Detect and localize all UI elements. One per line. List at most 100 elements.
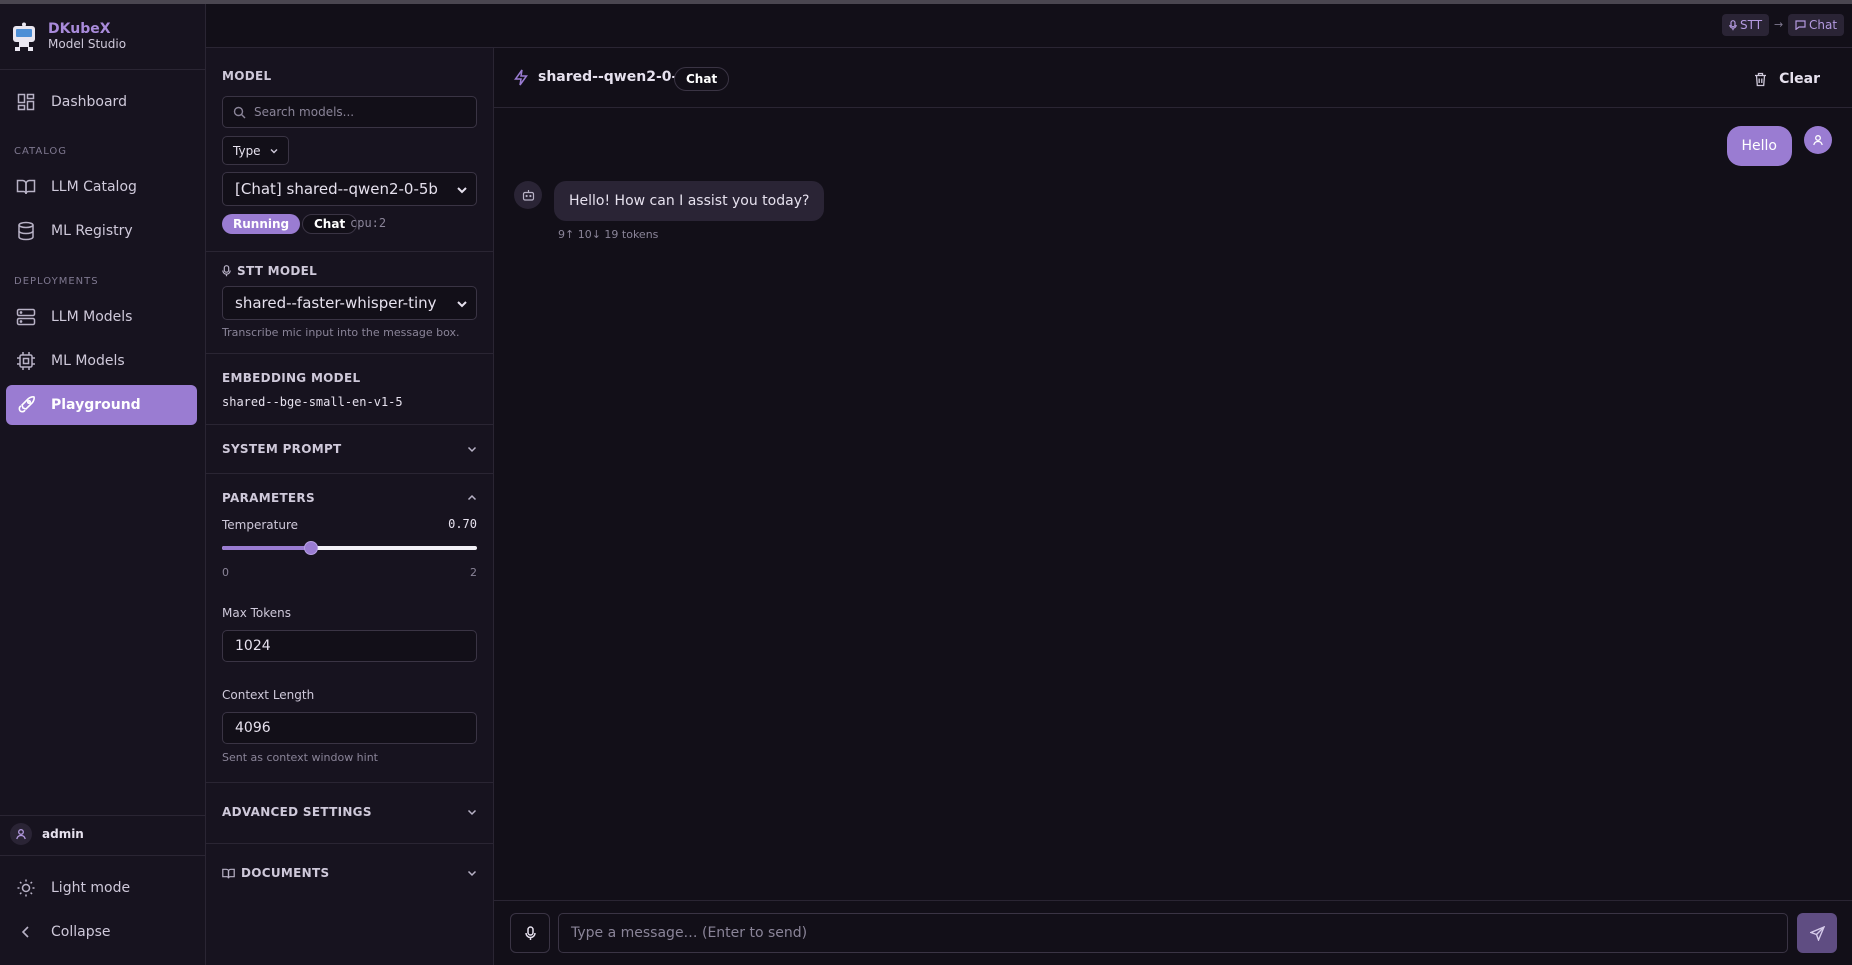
stt-model-value: shared--faster-whisper-tiny: [235, 294, 437, 312]
chevron-down-icon: [270, 148, 278, 153]
brand-subtitle: Model Studio: [48, 37, 127, 51]
chevron-up-icon: [467, 494, 477, 501]
sidebar-divider: [0, 855, 206, 856]
user-info: admin: [10, 823, 84, 845]
chevron-down-icon: [457, 187, 467, 194]
slider-fill: [222, 546, 311, 550]
deployments-section-label: DEPLOYMENTS: [14, 276, 99, 287]
temperature-slider[interactable]: [222, 540, 477, 556]
light-mode-toggle[interactable]: Light mode: [6, 868, 197, 908]
nav-playground[interactable]: Playground: [6, 385, 197, 425]
user-message-bubble: Hello: [1726, 126, 1792, 166]
stt-model-select[interactable]: shared--faster-whisper-tiny: [222, 286, 477, 320]
brand-title: DKubeX: [48, 21, 111, 37]
mic-icon: [524, 925, 536, 940]
temperature-max: 2: [470, 566, 477, 579]
message-input-placeholder: Type a message… (Enter to send): [571, 925, 808, 941]
chat-mode-badge: Chat: [674, 67, 730, 91]
documents-label: DOCUMENTS: [241, 866, 330, 880]
temperature-value: 0.70: [448, 517, 477, 531]
send-icon: [1809, 925, 1825, 941]
model-search-input[interactable]: Search models...: [222, 96, 477, 128]
max-tokens-value: 1024: [235, 638, 271, 654]
dashboard-icon: [15, 91, 37, 113]
context-length-value: 4096: [235, 720, 271, 736]
kind-badge: Chat: [302, 214, 358, 234]
composer: Type a message… (Enter to send): [494, 900, 1852, 965]
book-icon: [222, 868, 235, 878]
database-icon: [15, 220, 37, 242]
search-icon: [233, 106, 246, 118]
temperature-min: 0: [222, 566, 229, 579]
temperature-label: Temperature: [222, 518, 299, 532]
parameters-label: PARAMETERS: [222, 491, 315, 505]
nav-ml-registry[interactable]: ML Registry: [6, 211, 197, 251]
context-length-input[interactable]: 4096: [222, 712, 477, 744]
panel-divider: [206, 353, 494, 354]
collapse-button[interactable]: Collapse: [6, 912, 197, 952]
documents-toggle[interactable]: DOCUMENTS: [206, 844, 494, 894]
assistant-message-bubble: Hello! How can I assist you today?: [554, 181, 825, 221]
system-prompt-toggle[interactable]: SYSTEM PROMPT: [206, 425, 494, 473]
chevron-down-icon: [467, 870, 477, 877]
chevron-left-icon: [15, 921, 37, 943]
chevron-down-icon: [467, 446, 477, 453]
context-hint: Sent as context window hint: [222, 751, 378, 764]
dkubex-logo-icon: [10, 22, 38, 52]
nav-llm-catalog[interactable]: LLM Catalog: [6, 167, 197, 207]
advanced-settings-toggle[interactable]: ADVANCED SETTINGS: [206, 783, 494, 843]
max-tokens-input[interactable]: 1024: [222, 630, 477, 662]
documents-section-label: DOCUMENTS: [222, 866, 329, 880]
chat-header: shared--qwen2-0-5b Chat Clear: [494, 48, 1852, 108]
chevron-down-icon: [467, 809, 477, 816]
collapse-label: Collapse: [51, 924, 111, 940]
light-mode-label: Light mode: [51, 880, 131, 896]
server-icon: [15, 306, 37, 328]
system-prompt-label: SYSTEM PROMPT: [222, 442, 342, 456]
cpu-icon: [15, 350, 37, 372]
clear-button[interactable]: Clear: [1754, 67, 1820, 91]
catalog-section-label: CATALOG: [14, 146, 68, 157]
token-usage: 9↑ 10↓ 19 tokens: [558, 228, 659, 241]
stt-section-title: STT MODEL: [237, 264, 318, 278]
zap-icon: [514, 69, 528, 86]
book-icon: [15, 176, 37, 198]
max-tokens-label: Max Tokens: [222, 606, 292, 620]
nav-dashboard[interactable]: Dashboard: [6, 82, 197, 122]
nav-ml-models[interactable]: ML Models: [6, 341, 197, 381]
config-panel: MODEL Search models... Type [Chat] share…: [206, 48, 494, 965]
mic-icon: [1729, 19, 1737, 30]
sidebar: DKubeX Model Studio Dashboard CATALOG LL…: [0, 4, 206, 965]
type-filter-dropdown[interactable]: Type: [222, 136, 289, 165]
send-button[interactable]: [1797, 913, 1837, 953]
nav-playground-label: Playground: [51, 397, 141, 413]
chevron-down-icon: [457, 301, 467, 308]
stt-hint: Transcribe mic input into the message bo…: [222, 326, 460, 339]
message-input[interactable]: Type a message… (Enter to send): [558, 913, 1788, 953]
panel-divider: [206, 251, 494, 252]
trash-icon: [1755, 72, 1767, 86]
pipeline-arrow: →: [1774, 18, 1784, 31]
clear-label: Clear: [1779, 71, 1820, 87]
model-search-placeholder: Search models...: [254, 105, 355, 119]
nav-llm-models[interactable]: LLM Models: [6, 297, 197, 337]
chat-area: shared--qwen2-0-5b Chat Clear Hello Hell…: [494, 48, 1852, 965]
user-name: admin: [42, 827, 84, 841]
mic-icon: [222, 265, 231, 277]
slider-thumb[interactable]: [304, 541, 318, 555]
brand: DKubeX Model Studio: [0, 4, 205, 70]
model-section-label: MODEL: [222, 69, 272, 83]
user-avatar-icon: [10, 823, 32, 845]
nav-dashboard-label: Dashboard: [51, 94, 127, 110]
parameters-toggle[interactable]: PARAMETERS: [206, 474, 494, 514]
user-avatar-icon: [1804, 126, 1832, 154]
model-select-value: [Chat] shared--qwen2-0-5b: [235, 180, 438, 198]
context-length-label: Context Length: [222, 688, 315, 702]
mic-button[interactable]: [510, 913, 550, 953]
stt-chip-label: STT: [1740, 18, 1763, 32]
nav-ml-models-label: ML Models: [51, 353, 125, 369]
model-select[interactable]: [Chat] shared--qwen2-0-5b: [222, 172, 477, 206]
rocket-icon: [15, 394, 37, 416]
bot-avatar-icon: [514, 181, 542, 209]
resource-label: cpu:2: [350, 216, 387, 230]
